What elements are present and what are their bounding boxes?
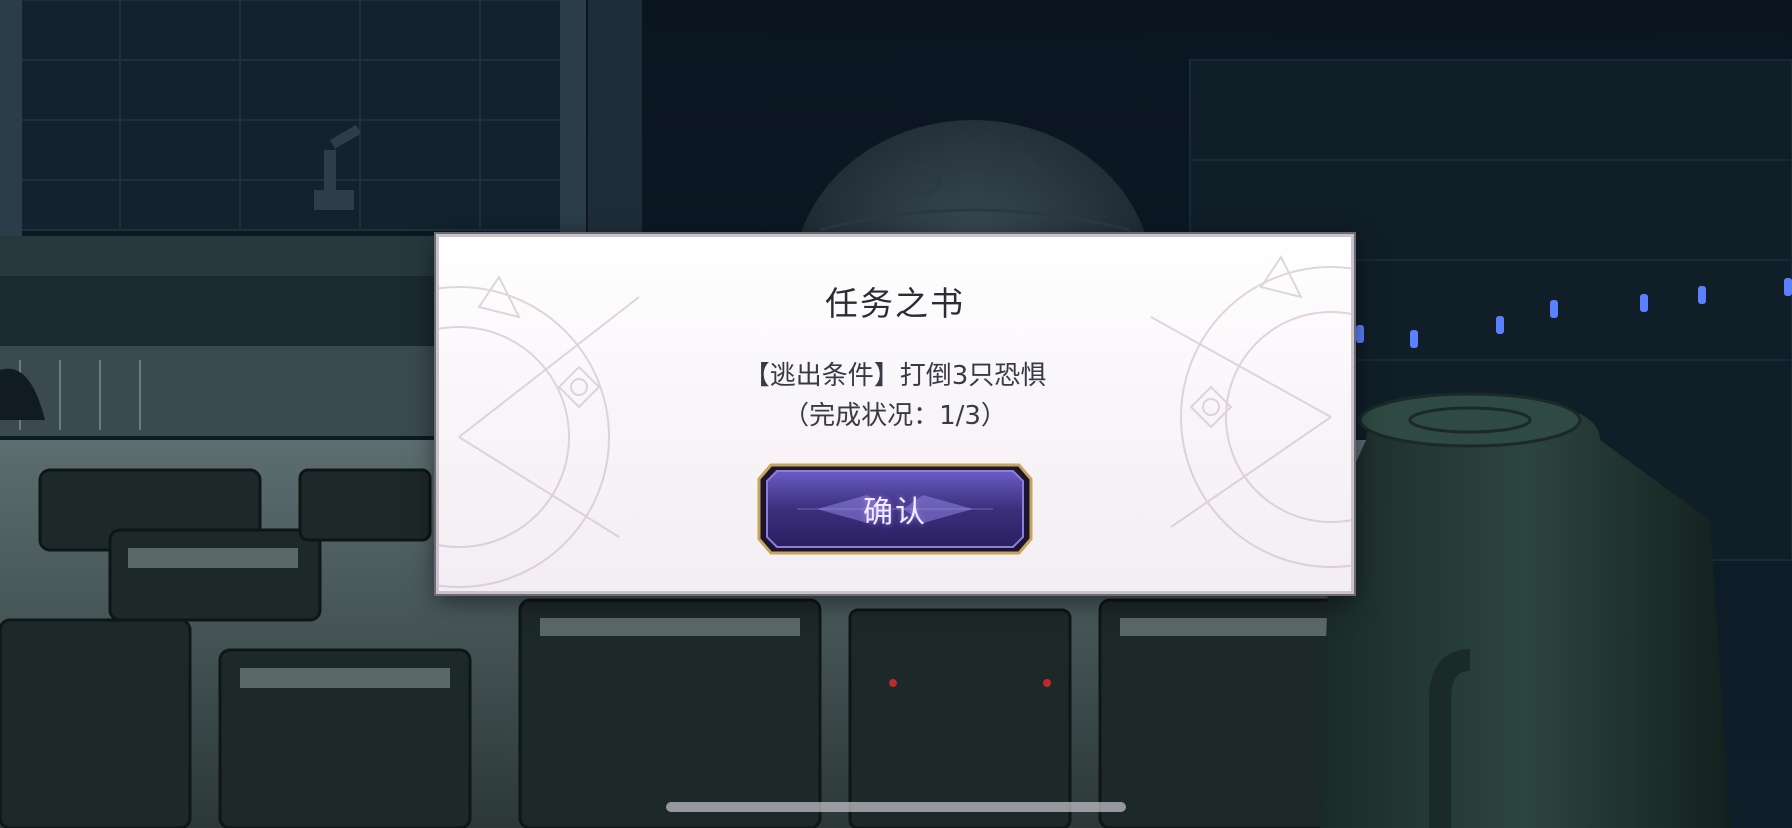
escape-condition-text: 【逃出条件】打倒3只恐惧 — [743, 361, 1047, 391]
confirm-button[interactable]: 确认 — [757, 463, 1033, 555]
dialog-title: 任务之书 — [825, 284, 965, 323]
quest-book-dialog: 任务之书 【逃出条件】打倒3只恐惧 （完成状况：1/3） 确认 — [436, 234, 1354, 594]
completion-progress-text: （完成状况：1/3） — [783, 401, 1007, 431]
confirm-button-label: 确认 — [863, 495, 927, 530]
game-screen: 任务之书 【逃出条件】打倒3只恐惧 （完成状况：1/3） 确认 — [0, 0, 1792, 828]
home-indicator-bar-icon[interactable] — [666, 802, 1126, 812]
